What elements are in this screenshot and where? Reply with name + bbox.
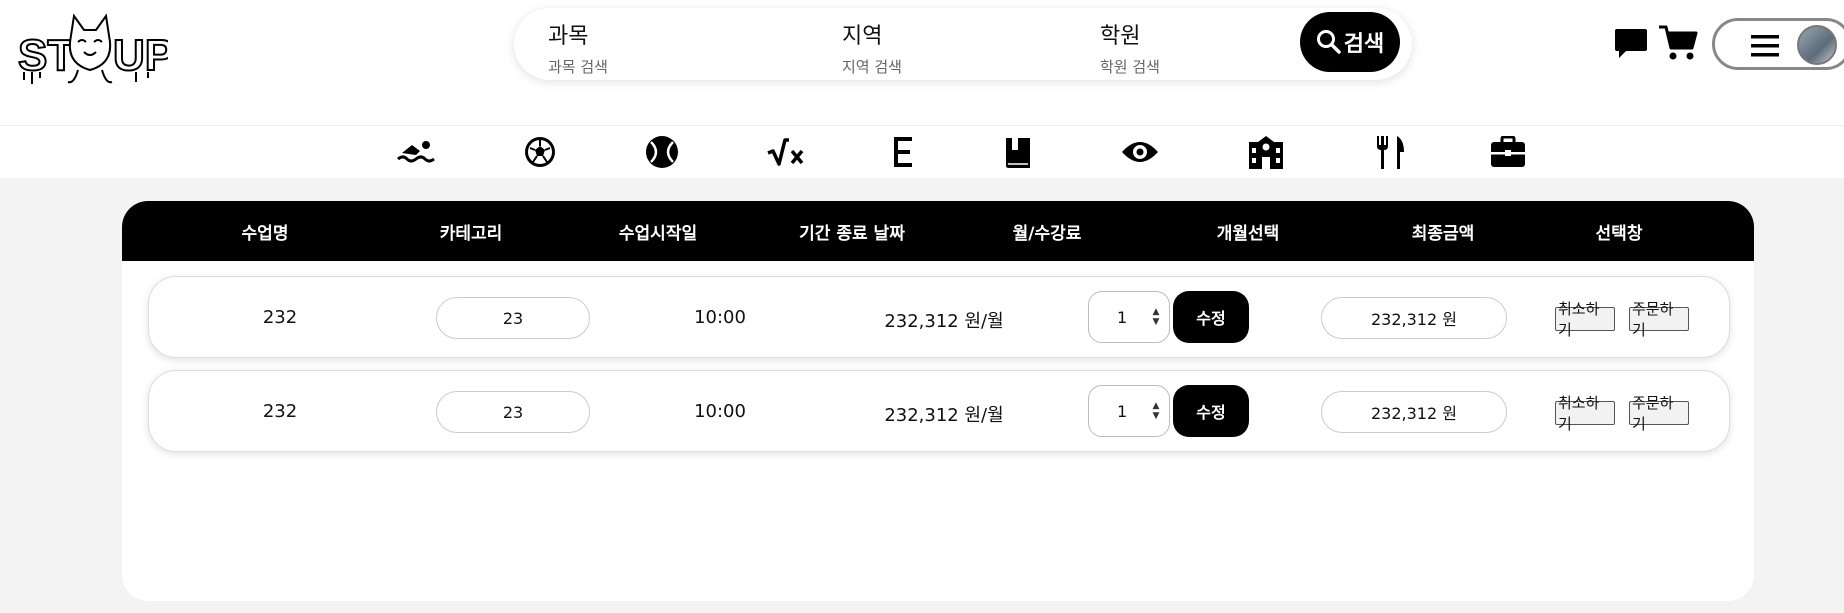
months-stepper[interactable]: 1 ▲ ▼ [1088,291,1170,343]
months-stepper[interactable]: 1 ▲ ▼ [1088,385,1170,437]
start-time: 10:00 [694,401,746,422]
school-building-icon [1249,136,1283,169]
hamburger-menu-icon [1751,35,1779,57]
category-swimming[interactable] [396,134,436,170]
academy-label: 학원 [1100,24,1141,49]
order-button[interactable]: 주문하기 [1629,394,1689,433]
search-icon [1316,30,1341,54]
chat-icon[interactable] [1614,26,1648,60]
region-label: 지역 [842,24,883,49]
svg-text:UP: UP [113,31,168,80]
monthly-fee: 232,312 원/월 [884,311,1004,332]
category-bar [0,126,1844,178]
total-amount: 232,312 원 [1321,391,1507,433]
months-value: 1 [1117,402,1128,421]
order-table-card: 수업명 카테고리 수업시작일 기간 종료 날짜 월/수강료 개월선택 최종금액 … [122,201,1754,601]
edit-button[interactable]: 수정 [1173,291,1249,343]
subject-label: 과목 [548,24,589,49]
utensils-icon [1377,136,1404,169]
cat-logo-icon: ST UP [17,13,175,84]
header-total: 최종금액 [1411,224,1475,244]
user-menu-button[interactable] [1712,18,1844,70]
header-class-name: 수업명 [241,224,289,244]
cancel-button[interactable]: 취소하기 [1555,394,1615,433]
avatar [1797,25,1837,65]
table-row: 232 23 10:00 232,312 원/월 1 ▲ ▼ 수정 232,312… [148,370,1730,452]
cart-icon[interactable] [1658,24,1698,62]
soccer-ball-icon [525,137,555,167]
swimming-icon [397,141,435,163]
header-month-select: 개월선택 [1216,224,1280,244]
briefcase-icon [1491,136,1525,167]
academy-search-field[interactable]: 학원 학원 검색 [1100,18,1160,77]
book-icon [1006,138,1030,168]
class-name: 232 [262,307,298,328]
search-button[interactable]: 검색 [1300,12,1400,72]
baseball-icon [646,136,678,168]
search-button-label: 검색 [1343,32,1385,57]
cancel-button[interactable]: 취소하기 [1555,300,1615,339]
subject-placeholder: 과목 검색 [548,58,608,76]
svg-text:ST: ST [18,31,74,80]
category-soccer[interactable] [520,134,560,170]
class-name: 232 [262,401,298,422]
category-baseball[interactable] [642,134,682,170]
category-reading[interactable] [998,134,1038,170]
header-monthly-fee: 월/수강료 [1012,224,1082,244]
total-amount: 232,312 원 [1321,297,1507,339]
edit-button[interactable]: 수정 [1173,385,1249,437]
english-letter-icon [894,137,912,167]
category-school[interactable] [1246,134,1286,170]
category-english[interactable] [884,134,924,170]
subject-search-field[interactable]: 과목 과목 검색 [548,18,608,77]
months-value: 1 [1117,308,1128,327]
header-end-date: 기간 종료 날짜 [799,224,905,244]
header-category: 카테고리 [439,224,503,244]
region-search-field[interactable]: 지역 지역 검색 [842,18,902,77]
category-vision[interactable] [1120,134,1160,170]
category-field: 23 [436,391,590,433]
eye-icon [1122,142,1158,162]
stepper-arrows-icon[interactable]: ▲ ▼ [1151,401,1161,421]
header-actions: 선택창 [1595,224,1643,244]
logo[interactable]: ST UP [17,12,175,87]
category-field: 23 [436,297,590,339]
table-header: 수업명 카테고리 수업시작일 기간 종료 날짜 월/수강료 개월선택 최종금액 … [122,201,1754,261]
start-time: 10:00 [694,307,746,328]
order-button[interactable]: 주문하기 [1629,300,1689,339]
search-bar: 과목 과목 검색 지역 지역 검색 학원 학원 검색 검색 [514,8,1412,80]
category-math[interactable] [766,134,806,170]
category-job[interactable] [1488,134,1528,170]
header-start-date: 수업시작일 [618,224,698,244]
region-placeholder: 지역 검색 [842,58,902,76]
monthly-fee: 232,312 원/월 [884,405,1004,426]
academy-placeholder: 학원 검색 [1100,58,1160,76]
category-food[interactable] [1370,134,1410,170]
table-row: 232 23 10:00 232,312 원/월 1 ▲ ▼ 수정 232,312… [148,276,1730,358]
stepper-arrows-icon[interactable]: ▲ ▼ [1151,307,1161,327]
top-navigation-bar: ST UP 과목 과목 검색 지역 지역 검색 학원 학원 검색 검색 [0,0,1844,126]
math-sqrt-icon [767,138,804,166]
